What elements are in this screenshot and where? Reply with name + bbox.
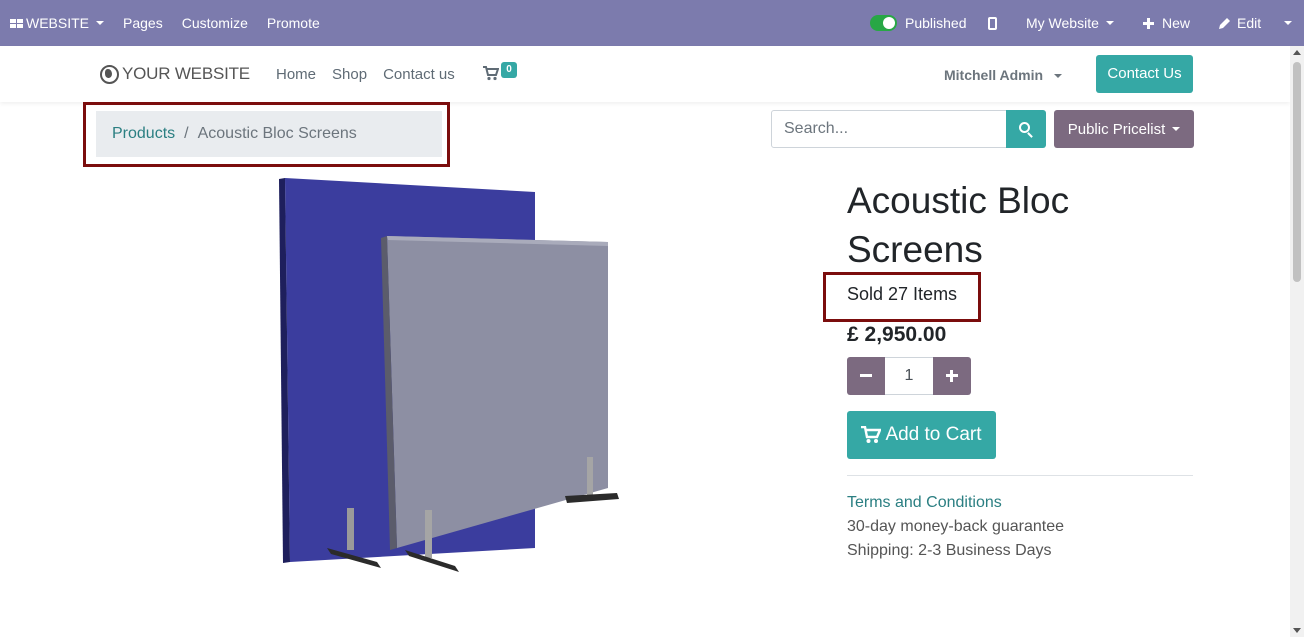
pages-menu-label: Pages — [123, 15, 163, 31]
admin-bar: WEBSITE Pages Customize Promote Publishe… — [0, 0, 1304, 46]
pricelist-dropdown[interactable]: Public Pricelist — [1054, 110, 1194, 148]
pencil-icon — [1219, 18, 1230, 29]
nav-item-contact-us[interactable]: Contact us — [383, 66, 455, 83]
add-to-cart-button[interactable]: Add to Cart — [847, 411, 996, 459]
search-button[interactable] — [1006, 110, 1046, 148]
nav-item-home[interactable]: Home — [276, 66, 316, 83]
promote-menu-label: Promote — [266, 15, 320, 31]
product-image — [279, 178, 619, 572]
website-menu-label: WEBSITE — [26, 15, 90, 31]
search-input[interactable] — [771, 110, 1007, 148]
pricelist-label: Public Pricelist — [1067, 120, 1166, 138]
chevron-down-icon — [96, 21, 105, 25]
contact-us-button[interactable]: Contact Us — [1096, 55, 1193, 93]
my-website-label: My Website — [1026, 15, 1099, 31]
quantity-decrease-button[interactable] — [847, 357, 885, 395]
product-price: £ 2,950.00 — [847, 323, 947, 346]
publish-toggle[interactable]: Published — [870, 0, 967, 46]
search-icon-handle — [1027, 132, 1033, 138]
chevron-down-icon — [1284, 21, 1292, 25]
plus-icon — [1143, 17, 1154, 29]
sold-count-highlight-box — [823, 272, 981, 322]
main-nav: Home Shop Contact us — [276, 66, 471, 83]
nav-item-shop[interactable]: Shop — [332, 66, 367, 83]
terms-link[interactable]: Terms and Conditions — [847, 494, 1002, 512]
cart-button[interactable]: 0 — [483, 62, 517, 81]
quantity-stepper — [847, 357, 971, 395]
scrollbar-thumb[interactable] — [1293, 62, 1301, 282]
site-header: YOUR WEBSITE Home Shop Contact us 0 Mitc… — [0, 46, 1290, 102]
edit-button[interactable]: Edit — [1219, 0, 1261, 46]
breadcrumb-highlight-box — [83, 102, 450, 167]
shopping-cart-icon — [861, 426, 882, 443]
chevron-down-icon — [1105, 21, 1114, 25]
toggle-switch-icon — [870, 15, 897, 31]
website-menu[interactable]: WEBSITE — [10, 0, 105, 46]
promote-menu[interactable]: Promote — [267, 0, 320, 46]
mobile-icon — [988, 16, 997, 30]
divider — [847, 475, 1193, 476]
quantity-input[interactable] — [885, 357, 933, 395]
new-button-label: New — [1162, 15, 1191, 31]
chevron-down-icon — [1053, 74, 1062, 79]
chevron-down-icon — [1172, 127, 1181, 131]
new-button[interactable]: New — [1143, 0, 1190, 46]
publish-toggle-label: Published — [905, 15, 967, 31]
edit-button-label: Edit — [1237, 15, 1262, 31]
pages-menu[interactable]: Pages — [123, 0, 163, 46]
my-website-menu[interactable]: My Website — [1026, 0, 1114, 46]
shipping-text: Shipping: 2-3 Business Days — [847, 542, 1052, 559]
shopping-cart-icon — [483, 66, 499, 81]
user-menu[interactable]: Mitchell Admin — [944, 67, 1062, 83]
apps-icon — [10, 18, 23, 28]
scrollbar[interactable] — [1290, 46, 1304, 637]
mobile-preview-button[interactable] — [988, 0, 997, 46]
customize-menu[interactable]: Customize — [182, 0, 248, 46]
scroll-up-arrow-icon[interactable] — [1293, 50, 1301, 55]
customize-menu-label: Customize — [181, 15, 248, 31]
guarantee-text: 30-day money-back guarantee — [847, 518, 1065, 535]
add-to-cart-label: Add to Cart — [885, 424, 982, 445]
product-title: Acoustic Bloc Screens — [847, 180, 1070, 270]
user-menu-label: Mitchell Admin — [944, 67, 1044, 83]
more-menu[interactable] — [1284, 0, 1292, 46]
cart-count-badge: 0 — [501, 62, 517, 78]
globe-icon — [100, 64, 119, 84]
site-logo[interactable]: YOUR WEBSITE — [100, 64, 250, 84]
scroll-down-arrow-icon[interactable] — [1293, 628, 1301, 633]
site-logo-text: YOUR WEBSITE — [122, 64, 250, 83]
quantity-increase-button[interactable] — [933, 357, 971, 395]
